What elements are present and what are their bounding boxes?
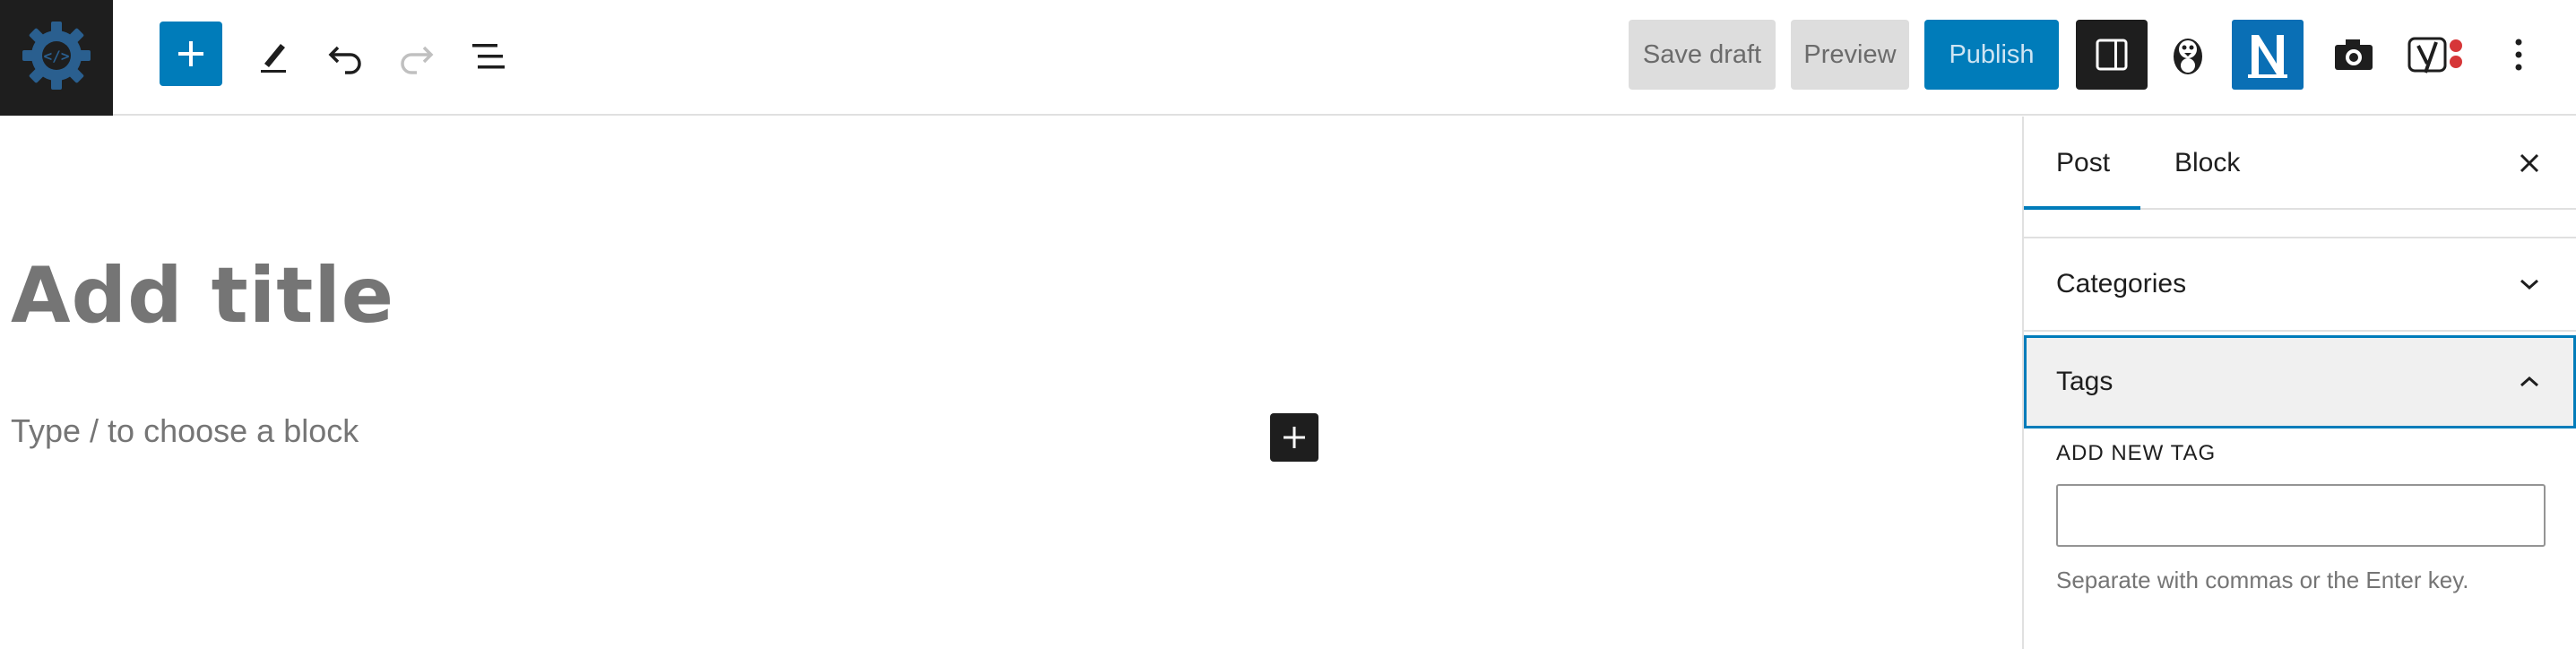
chevron-up-icon	[2504, 357, 2554, 407]
svg-text:</>: </>	[44, 48, 70, 65]
redo-button[interactable]	[385, 27, 448, 86]
categories-panel-title: Categories	[2056, 269, 2187, 299]
tab-block[interactable]: Block	[2174, 117, 2240, 210]
tags-panel-title: Tags	[2056, 367, 2114, 396]
preview-button[interactable]: Preview	[1791, 20, 1909, 90]
plus-icon	[1282, 425, 1307, 450]
tab-post[interactable]: Post	[2056, 117, 2110, 210]
penguin-plugin-icon	[2168, 33, 2208, 76]
close-sidebar-button[interactable]	[2504, 138, 2554, 188]
editor-canvas: Add title Type / to choose a block	[0, 117, 2022, 649]
close-icon	[2518, 151, 2541, 175]
wordpress-gear-logo-icon: </>	[19, 18, 94, 98]
tools-button[interactable]	[242, 27, 305, 86]
add-new-tag-label: ADD NEW TAG	[2056, 441, 2217, 465]
site-logo-button[interactable]: </>	[0, 0, 113, 116]
tag-help-text: Separate with commas or the Enter key.	[2056, 567, 2469, 593]
camera-icon	[2333, 38, 2374, 72]
tags-panel-toggle[interactable]: Tags	[2024, 335, 2576, 428]
yoast-icon	[2406, 31, 2474, 78]
plus-icon	[177, 39, 205, 68]
camera-plugin-button[interactable]	[2321, 20, 2386, 90]
settings-sidebar: Post Block Categories Tags ADD NEW TAG S…	[2022, 117, 2576, 649]
sidebar-toggle-icon	[2095, 38, 2129, 72]
pencil-icon	[255, 39, 291, 74]
add-new-tag-input[interactable]	[2056, 484, 2546, 547]
n-plugin-icon	[2244, 30, 2291, 80]
options-button[interactable]	[2492, 20, 2546, 90]
penguin-plugin-button[interactable]	[2157, 20, 2219, 90]
categories-panel-toggle[interactable]: Categories	[2024, 238, 2576, 332]
undo-button[interactable]	[314, 27, 376, 86]
redo-icon	[397, 39, 437, 74]
undo-icon	[325, 39, 365, 74]
n-plugin-button[interactable]	[2232, 20, 2304, 90]
add-block-button[interactable]	[1270, 413, 1318, 462]
document-overview-button[interactable]	[457, 27, 520, 86]
publish-button[interactable]: Publish	[1924, 20, 2059, 90]
chevron-down-icon	[2504, 259, 2554, 309]
yoast-seo-button[interactable]	[2402, 20, 2477, 90]
more-options-icon	[2513, 37, 2524, 73]
default-block-appender[interactable]: Type / to choose a block	[11, 412, 359, 450]
post-title-input[interactable]: Add title	[11, 251, 394, 341]
settings-sidebar-toggle[interactable]	[2076, 20, 2148, 90]
block-inserter-button[interactable]	[160, 22, 222, 86]
editor-header: </> Save draft Preview Publish	[0, 0, 2576, 116]
save-draft-button[interactable]: Save draft	[1629, 20, 1776, 90]
list-view-icon	[469, 40, 508, 73]
sidebar-tabs: Post Block	[2024, 117, 2576, 210]
active-tab-indicator	[2024, 206, 2140, 210]
